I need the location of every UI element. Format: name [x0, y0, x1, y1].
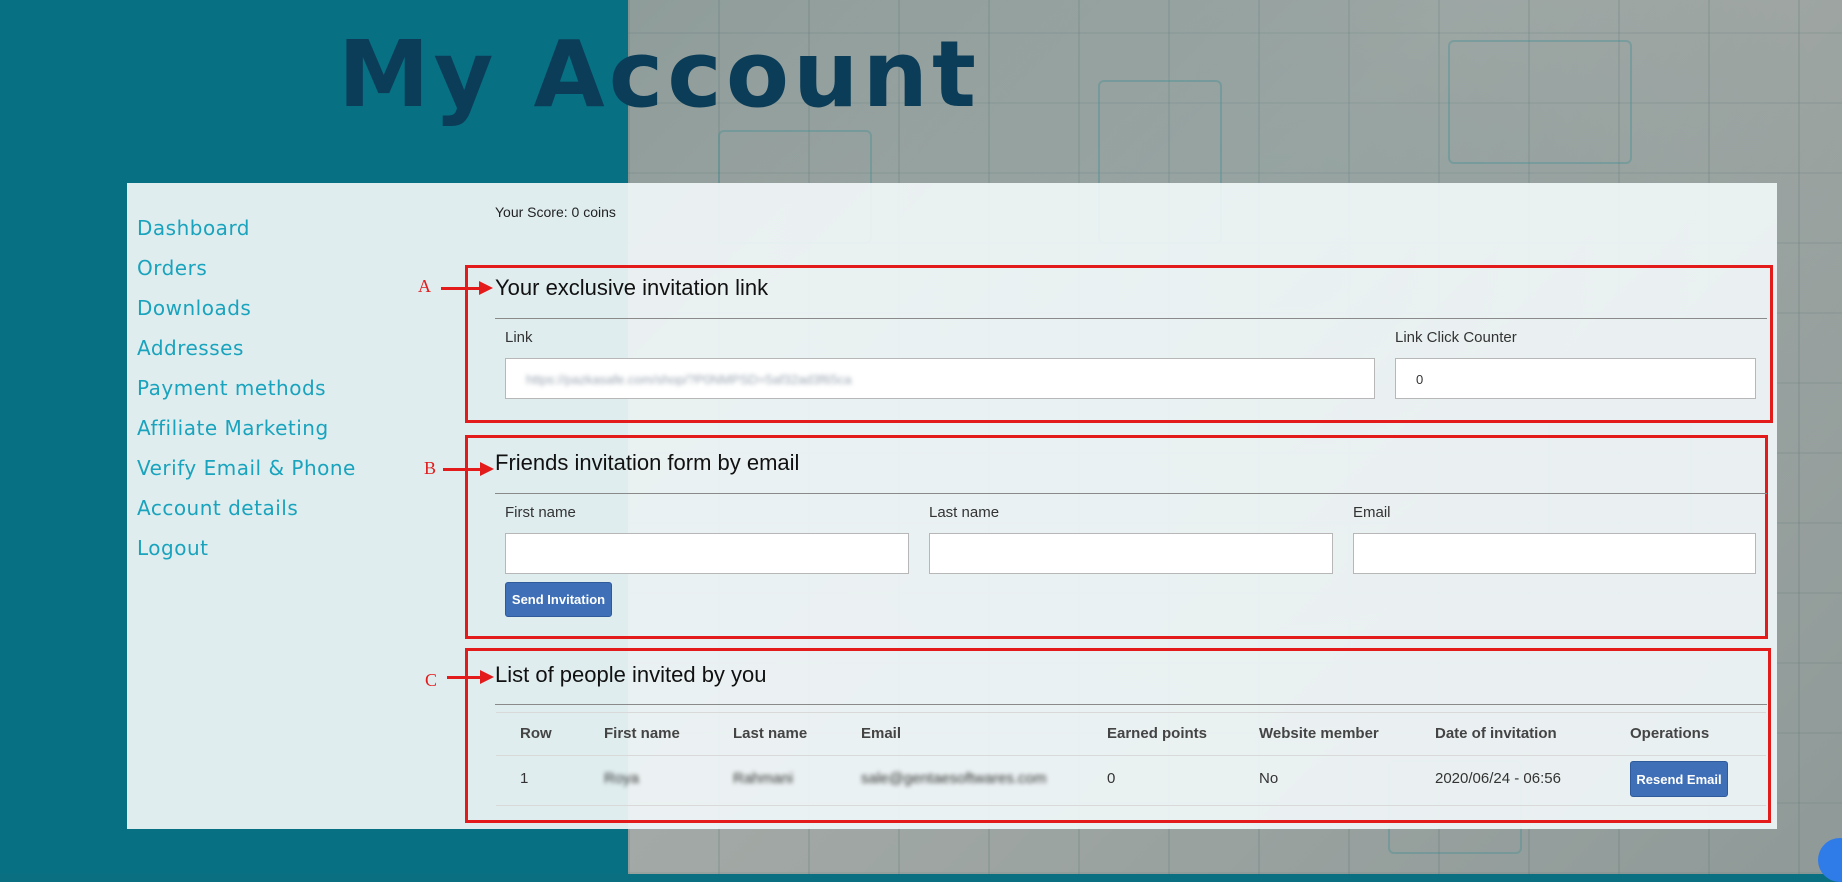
- column-header-earned-points: Earned points: [1107, 725, 1208, 742]
- cell-row-number: 1: [520, 770, 529, 787]
- invitation-link-title: Your exclusive invitation link: [495, 275, 769, 300]
- invite-form-title: Friends invitation form by email: [495, 450, 800, 475]
- sidebar-item-downloads[interactable]: Downloads: [137, 292, 457, 332]
- send-invitation-button[interactable]: Send Invitation: [505, 582, 612, 617]
- annotation-letter-b: B: [424, 458, 437, 478]
- sidebar-item-addresses[interactable]: Addresses: [137, 332, 457, 372]
- annotation-letter-a: A: [418, 276, 431, 296]
- email-label: Email: [1353, 504, 1391, 521]
- account-sidebar: Dashboard Orders Downloads Addresses Pay…: [137, 212, 457, 572]
- column-header-email: Email: [861, 725, 902, 742]
- column-header-last-name: Last name: [733, 725, 808, 742]
- last-name-input[interactable]: [929, 533, 1333, 574]
- score-text: Your Score: 0 coins: [495, 204, 616, 220]
- resend-email-button[interactable]: Resend Email: [1630, 761, 1728, 797]
- invitation-link-field[interactable]: https://pazkasafe.com/shop/?P0NMPSD=5af3…: [505, 358, 1375, 399]
- invitation-link-value: https://pazkasafe.com/shop/?P0NMPSD=5af3…: [526, 372, 852, 387]
- sidebar-item-orders[interactable]: Orders: [137, 252, 457, 292]
- cell-first-name: Roya: [604, 770, 640, 787]
- cell-date-of-invitation: 2020/06/24 - 06:56: [1435, 770, 1561, 787]
- section-divider: [495, 493, 1767, 494]
- page-title: My Account: [338, 21, 980, 128]
- table-row-bottom-line: [496, 805, 1766, 806]
- column-header-date: Date of invitation: [1435, 725, 1557, 742]
- cell-last-name: Rahmani: [733, 770, 794, 787]
- invited-list-title: List of people invited by you: [495, 662, 767, 687]
- cell-website-member: No: [1259, 770, 1279, 787]
- column-header-row: Row: [520, 725, 552, 742]
- sidebar-item-affiliate-marketing[interactable]: Affiliate Marketing: [137, 412, 457, 452]
- column-header-website-member: Website member: [1259, 725, 1379, 742]
- column-header-first-name: First name: [604, 725, 680, 742]
- link-click-counter-field: 0: [1395, 358, 1756, 399]
- sidebar-item-dashboard[interactable]: Dashboard: [137, 212, 457, 252]
- sidebar-item-account-details[interactable]: Account details: [137, 492, 457, 532]
- table-header-bottom-line: [496, 755, 1766, 756]
- sidebar-item-verify-email-phone[interactable]: Verify Email & Phone: [137, 452, 457, 492]
- link-click-counter-value: 0: [1416, 372, 1424, 387]
- first-name-label: First name: [505, 504, 576, 521]
- link-label: Link: [505, 329, 533, 346]
- first-name-input[interactable]: [505, 533, 909, 574]
- annotation-letter-c: C: [425, 670, 438, 690]
- email-input[interactable]: [1353, 533, 1756, 574]
- column-header-operations: Operations: [1630, 725, 1710, 742]
- table-header-top-line: [496, 712, 1766, 713]
- section-divider: [495, 318, 1767, 319]
- section-divider: [495, 704, 1767, 705]
- last-name-label: Last name: [929, 504, 1000, 521]
- link-click-counter-label: Link Click Counter: [1395, 329, 1517, 346]
- sidebar-item-logout[interactable]: Logout: [137, 532, 457, 572]
- sidebar-item-payment-methods[interactable]: Payment methods: [137, 372, 457, 412]
- cell-earned-points: 0: [1107, 770, 1116, 787]
- cell-email: sale@gentaesoftwares.com: [861, 770, 1047, 787]
